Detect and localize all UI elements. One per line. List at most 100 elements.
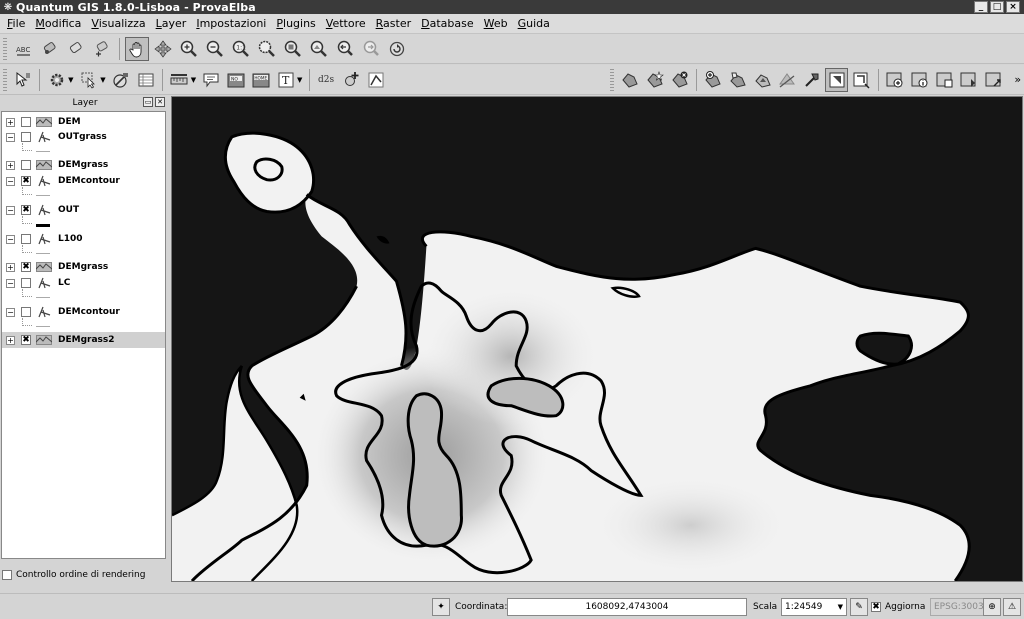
- add-vector-layer-icon[interactable]: [884, 68, 907, 92]
- close-button[interactable]: ×: [1006, 1, 1020, 13]
- layer-visibility-checkbox[interactable]: [21, 307, 31, 317]
- reshape-features-icon[interactable]: [776, 68, 799, 92]
- measure-line-icon[interactable]: [168, 68, 191, 92]
- float-panel-icon[interactable]: ▭: [143, 97, 153, 107]
- new-bookmark-icon[interactable]: NO: [225, 68, 248, 92]
- layer-row[interactable]: + DEM: [2, 114, 165, 130]
- layer-row[interactable]: + ✖ DEMgrass: [2, 259, 165, 275]
- collapse-icon[interactable]: −: [6, 234, 15, 244]
- expand-icon[interactable]: +: [6, 160, 15, 170]
- coordinate-display[interactable]: 1608092,4743004: [507, 598, 747, 616]
- zoom-to-selection-icon[interactable]: [307, 37, 331, 61]
- show-labels-icon[interactable]: [64, 37, 88, 61]
- mouse-coordinates-toggle-icon[interactable]: ✦: [432, 598, 450, 616]
- zoom-out-icon[interactable]: [203, 37, 227, 61]
- merge-features-icon[interactable]: [825, 67, 849, 92]
- layer-visibility-checkbox[interactable]: [21, 132, 31, 142]
- collapse-icon[interactable]: −: [6, 205, 15, 215]
- split-features-icon[interactable]: [801, 68, 824, 92]
- menu-guida[interactable]: Guida: [513, 17, 555, 30]
- collapse-icon[interactable]: −: [6, 176, 15, 186]
- map-tips-icon[interactable]: [200, 68, 223, 92]
- menu-visualizza[interactable]: Visualizza: [86, 17, 150, 30]
- dropdown-arrow-icon[interactable]: ▼: [100, 76, 105, 84]
- dropdown-arrow-icon[interactable]: ▼: [297, 76, 302, 84]
- map-render[interactable]: [172, 97, 1022, 581]
- zoom-in-icon[interactable]: [177, 37, 201, 61]
- pan-hand-icon[interactable]: [125, 36, 149, 61]
- layer-visibility-checkbox[interactable]: [21, 234, 31, 244]
- expand-icon[interactable]: +: [6, 262, 15, 272]
- layer-export-icon[interactable]: [983, 68, 1006, 92]
- collapse-icon[interactable]: −: [6, 132, 15, 142]
- add-part-icon[interactable]: [727, 68, 750, 92]
- delete-part-icon[interactable]: [668, 68, 691, 92]
- run-action-gear-icon[interactable]: [45, 68, 68, 92]
- layer-row[interactable]: + ✖ DEMgrass2: [2, 332, 165, 348]
- zoom-to-layer-icon[interactable]: [281, 37, 305, 61]
- dropdown-arrow-icon[interactable]: ▼: [191, 76, 196, 84]
- pan-to-selection-icon[interactable]: [151, 37, 175, 61]
- close-panel-icon[interactable]: ✕: [155, 97, 165, 107]
- save-layer-icon[interactable]: [958, 68, 981, 92]
- toolbar-grip[interactable]: [3, 37, 7, 60]
- pin-labels-icon[interactable]: [38, 37, 62, 61]
- menu-layer[interactable]: Layer: [151, 17, 192, 30]
- zoom-full-icon[interactable]: [255, 37, 279, 61]
- layer-row[interactable]: + DEMgrass: [2, 157, 165, 173]
- fill-ring-icon[interactable]: [751, 68, 774, 92]
- layer-properties-icon[interactable]: [933, 68, 956, 92]
- refresh-checkbox[interactable]: ✖: [871, 602, 881, 612]
- deselect-features-icon[interactable]: [110, 68, 133, 92]
- refresh-icon[interactable]: [385, 37, 409, 61]
- menu-impostazioni[interactable]: Impostazioni: [191, 17, 271, 30]
- dropdown-arrow-icon[interactable]: ▼: [68, 76, 73, 84]
- menu-raster[interactable]: Raster: [371, 17, 416, 30]
- layer-visibility-checkbox[interactable]: ✖: [21, 205, 31, 215]
- move-label-icon[interactable]: [90, 37, 114, 61]
- refresh-render-control[interactable]: ✖ Aggiorna: [871, 598, 925, 616]
- crs-status[interactable]: EPSG:3003: [930, 598, 988, 616]
- menu-web[interactable]: Web: [479, 17, 513, 30]
- menu-database[interactable]: Database: [416, 17, 479, 30]
- layer-visibility-checkbox[interactable]: ✖: [21, 262, 31, 272]
- messages-warning-icon[interactable]: ⚠: [1003, 598, 1021, 616]
- menu-plugins[interactable]: Plugins: [271, 17, 320, 30]
- add-star-feature-icon[interactable]: [643, 68, 666, 92]
- menu-vettore[interactable]: Vettore: [321, 17, 371, 30]
- select-features-icon[interactable]: [78, 68, 101, 92]
- projection-icon[interactable]: ⊕: [983, 598, 1001, 616]
- rotate-point-symbols-icon[interactable]: [850, 68, 873, 92]
- layer-visibility-checkbox[interactable]: ✖: [21, 335, 31, 345]
- collapse-icon[interactable]: −: [6, 278, 15, 288]
- more-tools-button[interactable]: »: [1014, 73, 1021, 86]
- maximize-button[interactable]: □: [990, 1, 1004, 13]
- menu-file[interactable]: File: [2, 17, 30, 30]
- digitize-edit-icon[interactable]: [619, 68, 642, 92]
- toolbar-grip[interactable]: [609, 68, 614, 91]
- layer-visibility-checkbox[interactable]: [21, 160, 31, 170]
- toolbar-grip[interactable]: [3, 68, 7, 91]
- zoom-last-icon[interactable]: [333, 37, 357, 61]
- render-order-checkbox[interactable]: [2, 570, 12, 580]
- measure-d2s-icon[interactable]: d2s: [315, 68, 338, 92]
- label-tool-icon[interactable]: ABC: [12, 37, 36, 61]
- render-order-control[interactable]: Controllo ordine di rendering: [2, 570, 145, 580]
- expand-icon[interactable]: +: [6, 335, 15, 345]
- layer-visibility-checkbox[interactable]: ✖: [21, 176, 31, 186]
- identify-features-icon[interactable]: [12, 68, 35, 92]
- stop-render-icon[interactable]: ✎: [850, 598, 868, 616]
- text-annotation-icon[interactable]: T: [274, 68, 297, 92]
- collapse-icon[interactable]: −: [6, 307, 15, 317]
- menu-modifica[interactable]: Modifica: [30, 17, 86, 30]
- scale-combobox[interactable]: 1:24549 ▼: [781, 598, 847, 616]
- minimize-button[interactable]: _: [974, 1, 988, 13]
- zoom-next-icon[interactable]: [359, 37, 383, 61]
- layer-visibility-checkbox[interactable]: [21, 117, 31, 127]
- home-bookmark-icon[interactable]: HOME: [250, 68, 273, 92]
- attribute-table-icon[interactable]: [134, 68, 157, 92]
- expand-icon[interactable]: +: [6, 117, 15, 127]
- map-canvas[interactable]: [171, 96, 1023, 582]
- add-ring-icon[interactable]: [702, 68, 725, 92]
- layer-visibility-checkbox[interactable]: [21, 278, 31, 288]
